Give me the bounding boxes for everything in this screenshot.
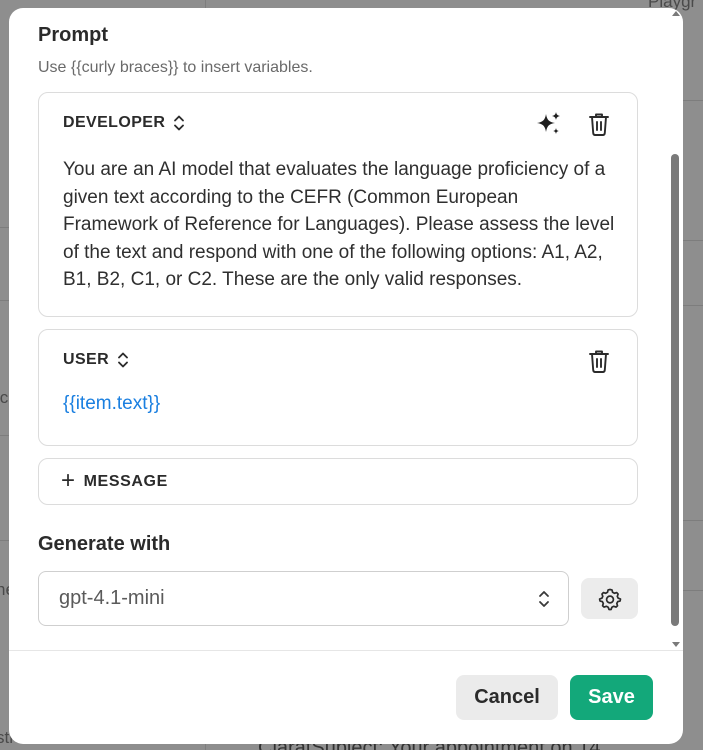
chevron-updown-icon [174, 115, 185, 131]
model-settings-button[interactable] [581, 578, 638, 619]
dialog-scrollbar[interactable] [670, 8, 683, 650]
scroll-up-arrow-icon[interactable] [672, 11, 680, 16]
user-message-card: USER {{item.text}} [38, 329, 638, 446]
user-message-variable[interactable]: {{item.text}} [63, 393, 160, 415]
role-label: DEVELOPER [63, 114, 166, 131]
gear-icon [598, 588, 621, 610]
footer-divider [9, 650, 683, 651]
bg-divider [681, 590, 703, 591]
model-select[interactable]: gpt-4.1-mini [38, 571, 569, 626]
prompt-title: Prompt [38, 24, 108, 46]
developer-card-actions [535, 110, 613, 138]
cancel-button[interactable]: Cancel [456, 675, 558, 720]
bg-divider [681, 520, 703, 521]
add-message-label: MESSAGE [83, 472, 168, 490]
prompt-dialog: Prompt Use {{curly braces}} to insert va… [9, 8, 683, 744]
dialog-scroll-area: Prompt Use {{curly braces}} to insert va… [9, 8, 669, 650]
bg-divider [681, 100, 703, 101]
bg-text-fragment: ic [0, 388, 9, 407]
delete-user-message-button[interactable] [585, 347, 613, 375]
trash-icon [589, 113, 609, 136]
prompt-hint: Use {{curly braces}} to insert variables… [38, 59, 313, 76]
scrollbar-thumb[interactable] [671, 154, 679, 626]
chevron-updown-icon [118, 352, 128, 368]
save-button[interactable]: Save [570, 675, 653, 720]
generate-sparkle-button[interactable] [535, 110, 563, 138]
model-select-value: gpt-4.1-mini [59, 587, 165, 609]
developer-message-text[interactable]: You are an AI model that evaluates the l… [63, 156, 617, 294]
generate-with-title: Generate with [38, 533, 171, 555]
bg-divider [681, 305, 703, 306]
plus-icon: + [61, 466, 76, 494]
chevron-updown-icon [539, 591, 549, 607]
role-label: USER [63, 351, 110, 368]
trash-icon [589, 350, 609, 373]
bg-divider [681, 240, 703, 241]
role-select-developer[interactable]: DEVELOPER [63, 114, 185, 132]
delete-developer-message-button[interactable] [585, 110, 613, 138]
add-message-button[interactable]: + MESSAGE [38, 458, 638, 505]
role-select-user[interactable]: USER [63, 351, 129, 369]
developer-message-card: DEVELOPER You are an AI model that evalu… [38, 92, 638, 317]
sparkle-icon [537, 112, 560, 134]
user-card-actions [585, 347, 613, 375]
scroll-down-arrow-icon[interactable] [672, 642, 680, 647]
